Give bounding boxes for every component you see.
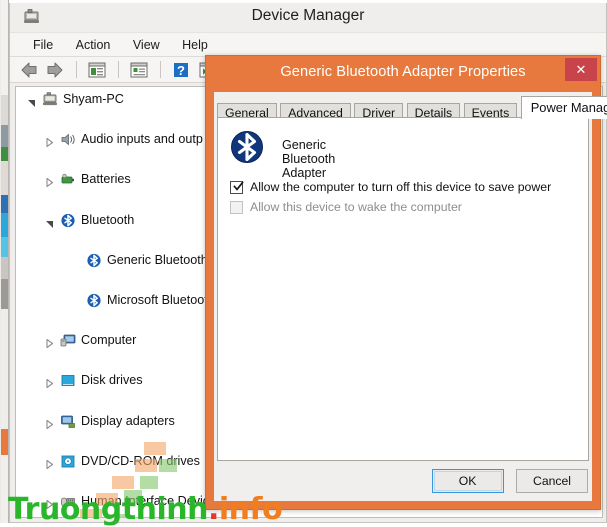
close-icon[interactable]: ✕ bbox=[565, 58, 597, 81]
sliver-band bbox=[1, 147, 8, 161]
cancel-button[interactable]: Cancel bbox=[516, 469, 588, 493]
bluetooth-device-icon bbox=[86, 293, 102, 308]
sliver-band bbox=[1, 279, 8, 309]
tab-strip: General Advanced Driver Details Events P… bbox=[217, 96, 607, 122]
sliver-band bbox=[1, 161, 8, 195]
toolbar-separator bbox=[117, 60, 119, 78]
tree-item-label: Generic Bluetooth bbox=[107, 252, 208, 267]
tree-item-label: Shyam-PC bbox=[63, 92, 124, 106]
back-arrow-icon[interactable] bbox=[18, 59, 40, 81]
chevron-down-icon[interactable] bbox=[44, 215, 55, 228]
toolbar-separator bbox=[75, 60, 77, 78]
highlight-square bbox=[112, 476, 134, 489]
display-adapter-icon bbox=[60, 414, 76, 429]
tree-item-label: Computer bbox=[81, 333, 137, 348]
help-icon[interactable]: ? bbox=[170, 59, 192, 81]
sliver-band bbox=[1, 195, 8, 213]
highlight-square bbox=[108, 514, 126, 517]
properties-dialog: Generic Bluetooth Adapter Properties ✕ G… bbox=[205, 55, 607, 510]
computer-icon bbox=[42, 92, 58, 107]
window-titlebar: Device Manager bbox=[10, 3, 606, 32]
show-hide-console-tree-icon[interactable] bbox=[86, 59, 108, 81]
sliver-band bbox=[1, 237, 8, 257]
chevron-right-icon[interactable] bbox=[44, 375, 55, 389]
sliver-band bbox=[1, 213, 8, 237]
checkbox-box bbox=[230, 201, 243, 214]
dvd-drive-icon bbox=[60, 454, 76, 469]
menu-item-view[interactable]: View bbox=[124, 33, 169, 57]
menu-item-file[interactable]: File bbox=[24, 33, 62, 57]
check-icon bbox=[233, 181, 244, 191]
page-title: Device Manager bbox=[251, 7, 365, 24]
computer-node-icon bbox=[60, 333, 76, 348]
checkbox-box[interactable] bbox=[230, 181, 244, 194]
sliver-band bbox=[1, 309, 8, 429]
tab-power-management[interactable]: Power Management bbox=[520, 96, 607, 119]
bluetooth-icon bbox=[230, 130, 264, 164]
dialog-body: General Advanced Driver Details Events P… bbox=[214, 92, 607, 501]
tree-item-label: DVD/CD-ROM drives bbox=[81, 453, 200, 468]
toolbar-separator bbox=[159, 60, 161, 78]
background-window-sliver bbox=[0, 0, 9, 523]
sliver-band bbox=[1, 455, 8, 523]
checkbox-label: Allow the computer to turn off this devi… bbox=[250, 180, 552, 194]
disk-drive-icon bbox=[60, 373, 76, 388]
chevron-right-icon[interactable] bbox=[44, 496, 55, 509]
tab-page-power-management: Generic Bluetooth Adapter Allow the comp… bbox=[217, 117, 589, 461]
tree-item-label: Bluetooth bbox=[81, 212, 135, 227]
checkbox-label: Allow this device to wake the computer bbox=[250, 200, 462, 214]
sliver-band bbox=[1, 125, 8, 147]
chevron-right-icon[interactable] bbox=[44, 335, 55, 349]
chevron-right-icon[interactable] bbox=[44, 134, 55, 148]
bluetooth-device-icon bbox=[86, 253, 102, 268]
ok-button[interactable]: OK bbox=[431, 469, 504, 493]
sliver-band bbox=[1, 0, 8, 95]
tree-item-label: Batteries bbox=[81, 172, 131, 187]
menu-item-action[interactable]: Action bbox=[67, 33, 120, 57]
forward-arrow-icon[interactable] bbox=[44, 59, 66, 81]
dialog-button-bar: OK Cancel bbox=[424, 469, 588, 495]
properties-icon[interactable] bbox=[128, 59, 150, 81]
tree-item-label: Disk drives bbox=[81, 373, 143, 388]
hid-icon bbox=[60, 494, 76, 509]
tree-item-label: Human Interface Devic bbox=[81, 493, 210, 508]
sliver-band bbox=[1, 429, 8, 455]
menu-item-help[interactable]: Help bbox=[173, 33, 217, 57]
svg-text:?: ? bbox=[177, 63, 185, 78]
chevron-down-icon[interactable] bbox=[26, 94, 37, 107]
dialog-titlebar: Generic Bluetooth Adapter Properties ✕ bbox=[206, 56, 600, 92]
chevron-right-icon[interactable] bbox=[44, 416, 55, 429]
sliver-band bbox=[1, 257, 8, 279]
chevron-right-icon[interactable] bbox=[44, 456, 55, 469]
menu-bar: File Action View Help bbox=[10, 32, 606, 57]
chevron-right-icon[interactable] bbox=[44, 174, 55, 188]
sliver-band bbox=[1, 95, 8, 125]
speaker-icon bbox=[60, 132, 76, 147]
bluetooth-icon bbox=[60, 213, 76, 228]
battery-icon bbox=[60, 172, 76, 187]
tree-item-label: Microsoft Bluetoot bbox=[107, 292, 208, 307]
dialog-title: Generic Bluetooth Adapter Properties bbox=[280, 64, 526, 80]
tree-item-label: Display adapters bbox=[81, 413, 175, 428]
tree-item-label: Audio inputs and outp bbox=[81, 132, 203, 147]
device-name-label: Generic Bluetooth Adapter bbox=[282, 138, 336, 180]
highlight-square bbox=[140, 476, 158, 489]
